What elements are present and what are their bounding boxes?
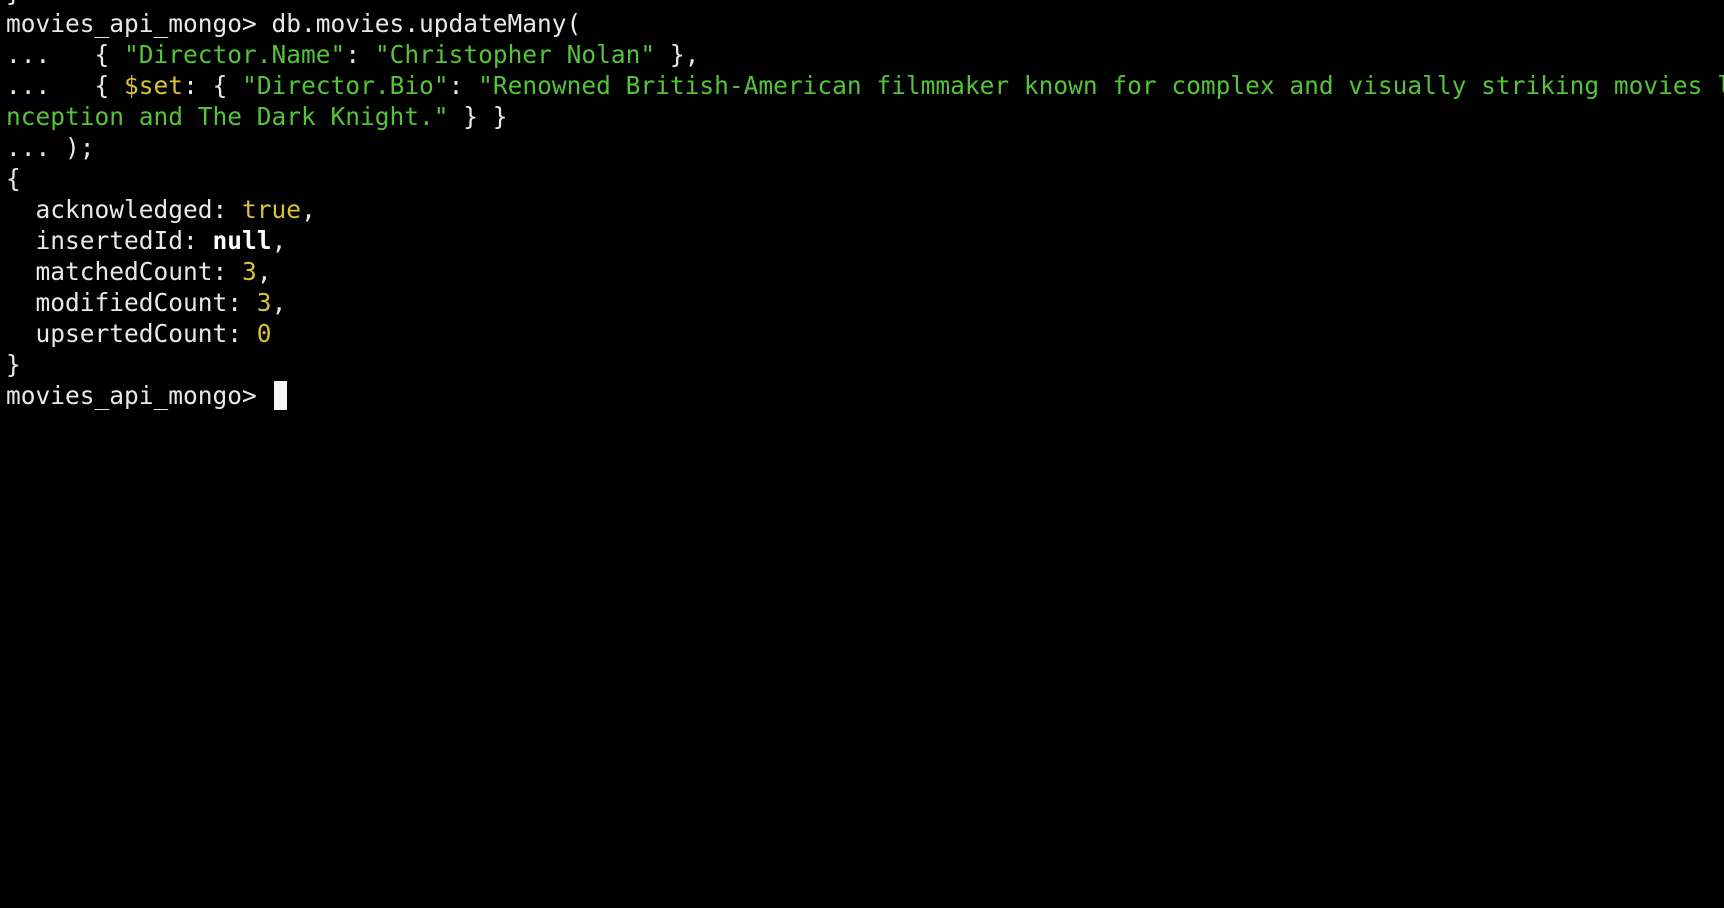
shell-prompt: movies_api_mongo>	[6, 381, 257, 410]
command-text: db.movies.updateMany(	[271, 9, 582, 38]
call-close-line: ... );	[6, 131, 95, 165]
filter-key: "Director.Name"	[124, 40, 346, 69]
update-sep: : {	[183, 71, 243, 100]
field-suffix: ,	[271, 288, 287, 317]
field-key: acknowledged	[35, 195, 213, 224]
filter-value: "Christopher Nolan"	[374, 40, 656, 69]
field-value: null	[212, 226, 272, 255]
update-line-wrapped: nception and The Dark Knight." } }	[6, 100, 508, 134]
field-value: 3	[242, 257, 257, 286]
prompt-line[interactable]: movies_api_mongo>	[6, 379, 287, 413]
result-field: insertedId: null,	[35, 226, 287, 255]
call-close: );	[50, 133, 95, 162]
filter-close: },	[655, 40, 700, 69]
continuation-marker: ...	[6, 40, 51, 69]
update-line: ... { $set: { "Director.Bio": "Renowned …	[6, 69, 1724, 103]
result-field: upsertedCount: 0	[35, 319, 272, 348]
update-key: "Director.Bio"	[242, 71, 449, 100]
text-cursor[interactable]	[273, 380, 287, 410]
result-close-brace: }	[6, 350, 21, 379]
update-open: {	[94, 71, 125, 100]
field-key: modifiedCount	[35, 288, 228, 317]
continuation-marker: ...	[6, 71, 51, 100]
continuation-marker: ...	[6, 133, 51, 162]
shell-prompt: movies_api_mongo>	[6, 9, 257, 38]
terminal-window[interactable]: } movies_api_mongo> db.movies.updateMany…	[6, 0, 1724, 454]
field-value: true	[242, 195, 302, 224]
field-key: insertedId	[35, 226, 184, 255]
set-operator: $set	[124, 71, 184, 100]
filter-sep: :	[345, 40, 375, 69]
bio-value-part2: nception and The Dark Knight."	[6, 102, 449, 131]
update-close: } }	[448, 102, 508, 131]
filter-open: {	[94, 40, 125, 69]
field-key: matchedCount	[35, 257, 213, 286]
update-colon: :	[448, 71, 479, 100]
result-open-brace: {	[6, 164, 21, 193]
filter-line: ... { "Director.Name": "Christopher Nola…	[6, 38, 699, 72]
result-field: matchedCount: 3,	[35, 257, 272, 286]
field-suffix: ,	[301, 195, 316, 224]
field-key: upsertedCount	[35, 319, 228, 348]
field-value: 0	[256, 319, 272, 348]
field-value: 3	[256, 288, 272, 317]
command-line: movies_api_mongo> db.movies.updateMany(	[6, 7, 581, 41]
result-field: acknowledged: true,	[35, 195, 316, 224]
field-suffix: ,	[256, 257, 272, 286]
result-field: modifiedCount: 3,	[35, 288, 287, 317]
bio-value-part1: "Renowned British-American filmmaker kno…	[478, 71, 1724, 100]
field-suffix: ,	[271, 226, 287, 255]
